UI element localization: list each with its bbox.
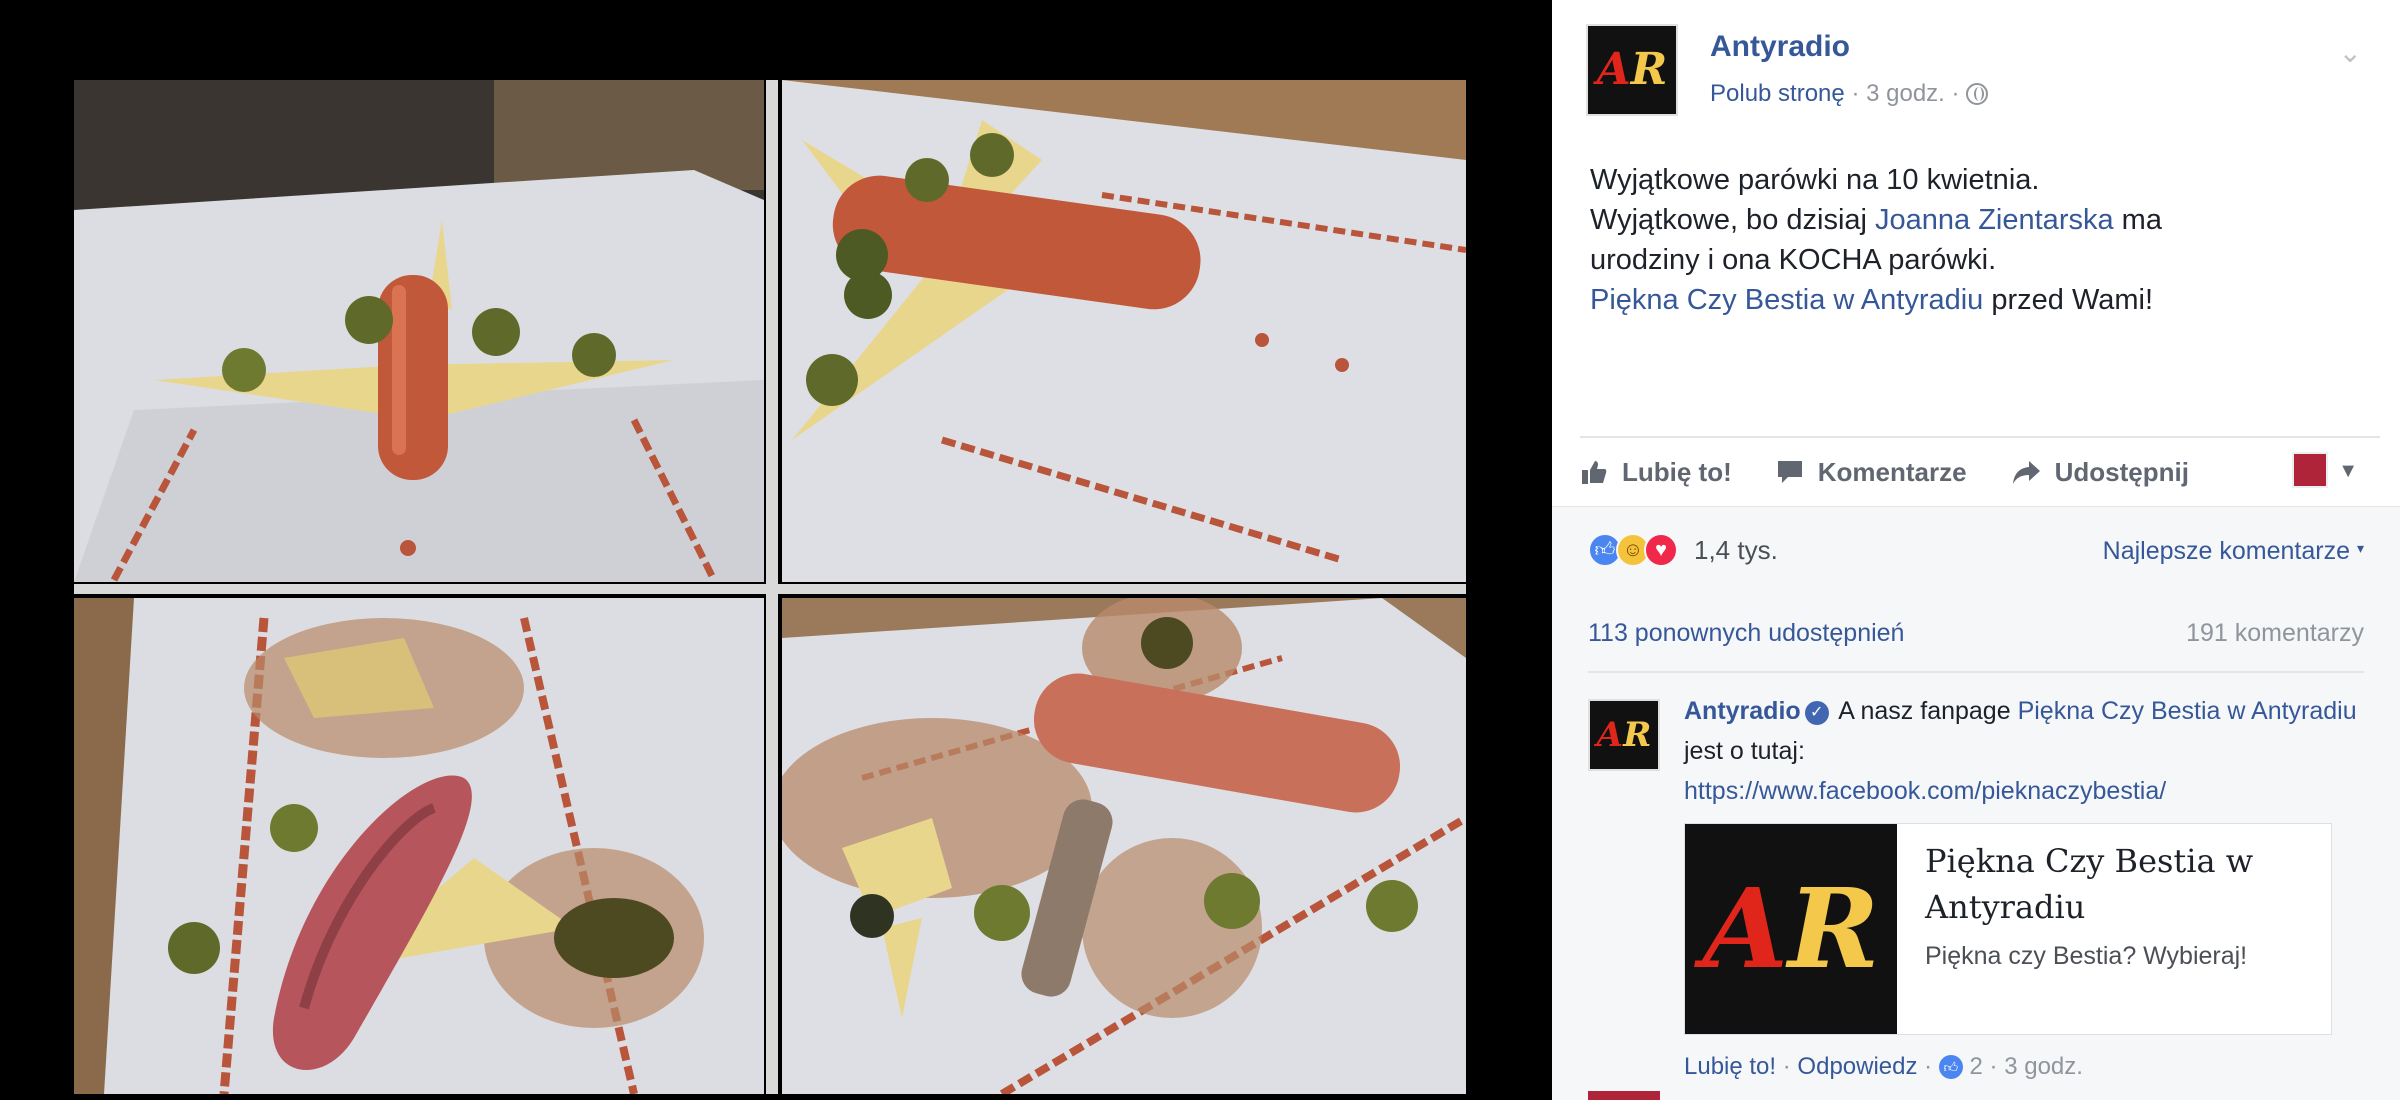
comment-body: Antyradio ✓ A nasz fanpage Piękna Czy Bes… [1684, 697, 2357, 805]
photo-viewer[interactable] [0, 0, 1552, 1100]
comment-author-link[interactable]: Antyradio [1684, 697, 1801, 725]
comment-sort-dropdown[interactable]: Najlepsze komentarze ▾ [2103, 537, 2364, 566]
thumbs-up-icon [1582, 461, 1607, 484]
link-preview-image: AR [1685, 824, 1897, 1034]
mention-link-joanna[interactable]: Joanna Zientarska [1875, 204, 2114, 236]
post-sidebar: AR Antyradio Polub stronę · 3 godz. · ⌄ … [1552, 0, 2400, 1100]
photo-sausage-cut-side[interactable] [782, 598, 1466, 1094]
divider [1588, 671, 2364, 673]
link-preview-description: Piękna czy Bestia? Wybieraj! [1925, 942, 2248, 970]
share-arrow-icon [2012, 461, 2040, 484]
reactions-count: 1,4 tys. [1694, 534, 1778, 565]
love-reaction-icon: ♥ [1644, 533, 1678, 567]
like-page-link[interactable]: Polub stronę [1710, 80, 1845, 107]
link-preview-card[interactable]: AR Piękna Czy Bestia w Antyradiu Piękna … [1684, 823, 2332, 1035]
reactions-and-comments: 👍︎ ☺ ♥ 1,4 tys. Najlepsze komentarze ▾ 1… [1552, 506, 2400, 1100]
comments-count[interactable]: 191 komentarzy [2186, 619, 2364, 648]
share-as-avatar[interactable] [2292, 452, 2328, 488]
comment-url-link[interactable]: https://www.facebook.com/pieknaczybestia… [1684, 777, 2166, 805]
shares-count-link[interactable]: 113 ponownych udostępnień [1588, 619, 1904, 648]
verified-badge-icon: ✓ [1804, 701, 1829, 725]
page-name-link[interactable]: Antyradio [1710, 30, 1850, 64]
caret-down-icon[interactable]: ▼ [2338, 460, 2358, 483]
page-avatar[interactable]: AR [1586, 24, 1678, 116]
comment-avatar[interactable]: AR [1588, 699, 1660, 771]
post-meta: Polub stronę · 3 godz. · [1710, 80, 1989, 108]
post-text: Wyjątkowe parówki na 10 kwietnia. Wyjątk… [1590, 164, 2162, 316]
reactions-summary[interactable]: 👍︎ ☺ ♥ 1,4 tys. [1588, 533, 1778, 567]
globe-icon [1966, 83, 1989, 105]
comment-likes-count[interactable]: 2 [1970, 1053, 1983, 1080]
post-action-bar: Lubię to! Komentarze Udostępnij ▼ [1580, 436, 2380, 506]
share-button[interactable]: Udostępnij [2011, 457, 2189, 488]
collage-divider-vertical [766, 80, 778, 1094]
comment-icon [1777, 461, 1802, 483]
comment-reply-link[interactable]: Odpowiedz [1797, 1053, 1917, 1080]
comment-like-link[interactable]: Lubię to! [1684, 1053, 1776, 1080]
chevron-down-icon[interactable]: ⌄ [2339, 36, 2362, 69]
like-button[interactable]: Lubię to! [1580, 457, 1732, 488]
photo-sausage-plane-side[interactable] [782, 80, 1466, 582]
photo-sausage-plane-front[interactable] [74, 80, 764, 582]
mention-link-fanpage[interactable]: Piękna Czy Bestia w Antyradiu [1590, 284, 1983, 316]
comment-meta: Lubię to! · Odpowiedz · 👍︎ 2 · 3 godz. [1684, 1053, 2083, 1080]
next-comment-avatar[interactable] [1588, 1091, 1660, 1100]
post-time[interactable]: 3 godz. [1866, 80, 1945, 107]
caret-down-icon: ▾ [2356, 540, 2364, 556]
comment-button[interactable]: Komentarze [1776, 457, 1967, 488]
link-preview-title: Piękna Czy Bestia w Antyradiu [1925, 842, 2254, 926]
photo-sausage-cut-front[interactable] [74, 598, 764, 1094]
thumbs-up-icon: 👍︎ [1938, 1055, 1963, 1079]
comment-fanpage-link[interactable]: Piękna Czy Bestia w Antyradiu [2018, 697, 2357, 725]
comment-time[interactable]: 3 godz. [2004, 1053, 2083, 1080]
